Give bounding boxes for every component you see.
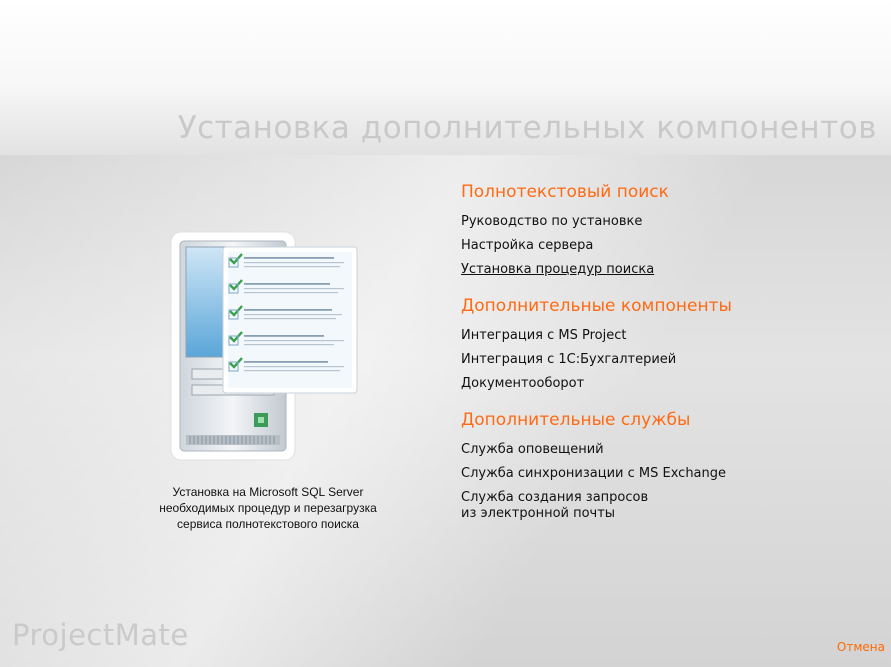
section-fulltext-search: Полнотекстовый поиск Руководство по уста… (461, 182, 881, 278)
section-additional-services: Дополнительные службы Служба оповещений … (461, 410, 881, 522)
section-title: Дополнительные службы (461, 410, 691, 430)
menu-item-server-settings[interactable]: Настройка сервера (461, 238, 881, 254)
cancel-button[interactable]: Отмена (837, 640, 885, 654)
menu-item-install-guide[interactable]: Руководство по установке (461, 214, 881, 230)
caption-line: Установка на Microsoft SQL Server (172, 485, 364, 499)
components-menu: Полнотекстовый поиск Руководство по уста… (461, 182, 881, 540)
illustration-caption: Установка на Microsoft SQL Server необхо… (118, 484, 418, 532)
menu-item-line: Служба создания запросов (461, 490, 649, 505)
menu-item-line: из электронной почты (461, 506, 616, 521)
menu-item-exchange-sync-service[interactable]: Служба синхронизации с MS Exchange (461, 466, 881, 482)
menu-item-document-flow[interactable]: Документооборот (461, 376, 881, 392)
brand-logo: ProjectMate (12, 618, 189, 652)
menu-item-email-request-service[interactable]: Служба создания запросов из электронной … (461, 490, 881, 522)
section-title: Дополнительные компоненты (461, 296, 732, 316)
server-checklist-icon (170, 231, 358, 461)
page-title: Установка дополнительных компонентов (177, 110, 877, 146)
caption-line: сервиса полнотекстового поиска (177, 517, 359, 531)
menu-item-1c-integration[interactable]: Интеграция с 1С:Бухгалтерией (461, 352, 881, 368)
section-additional-components: Дополнительные компоненты Интеграция с M… (461, 296, 881, 392)
section-title: Полнотекстовый поиск (461, 182, 669, 202)
menu-item-notification-service[interactable]: Служба оповещений (461, 442, 881, 458)
caption-line: необходимых процедур и перезагрузка (159, 501, 377, 515)
menu-item-ms-project-integration[interactable]: Интеграция с MS Project (461, 328, 881, 344)
menu-item-install-search-procedures[interactable]: Установка процедур поиска (461, 262, 881, 278)
